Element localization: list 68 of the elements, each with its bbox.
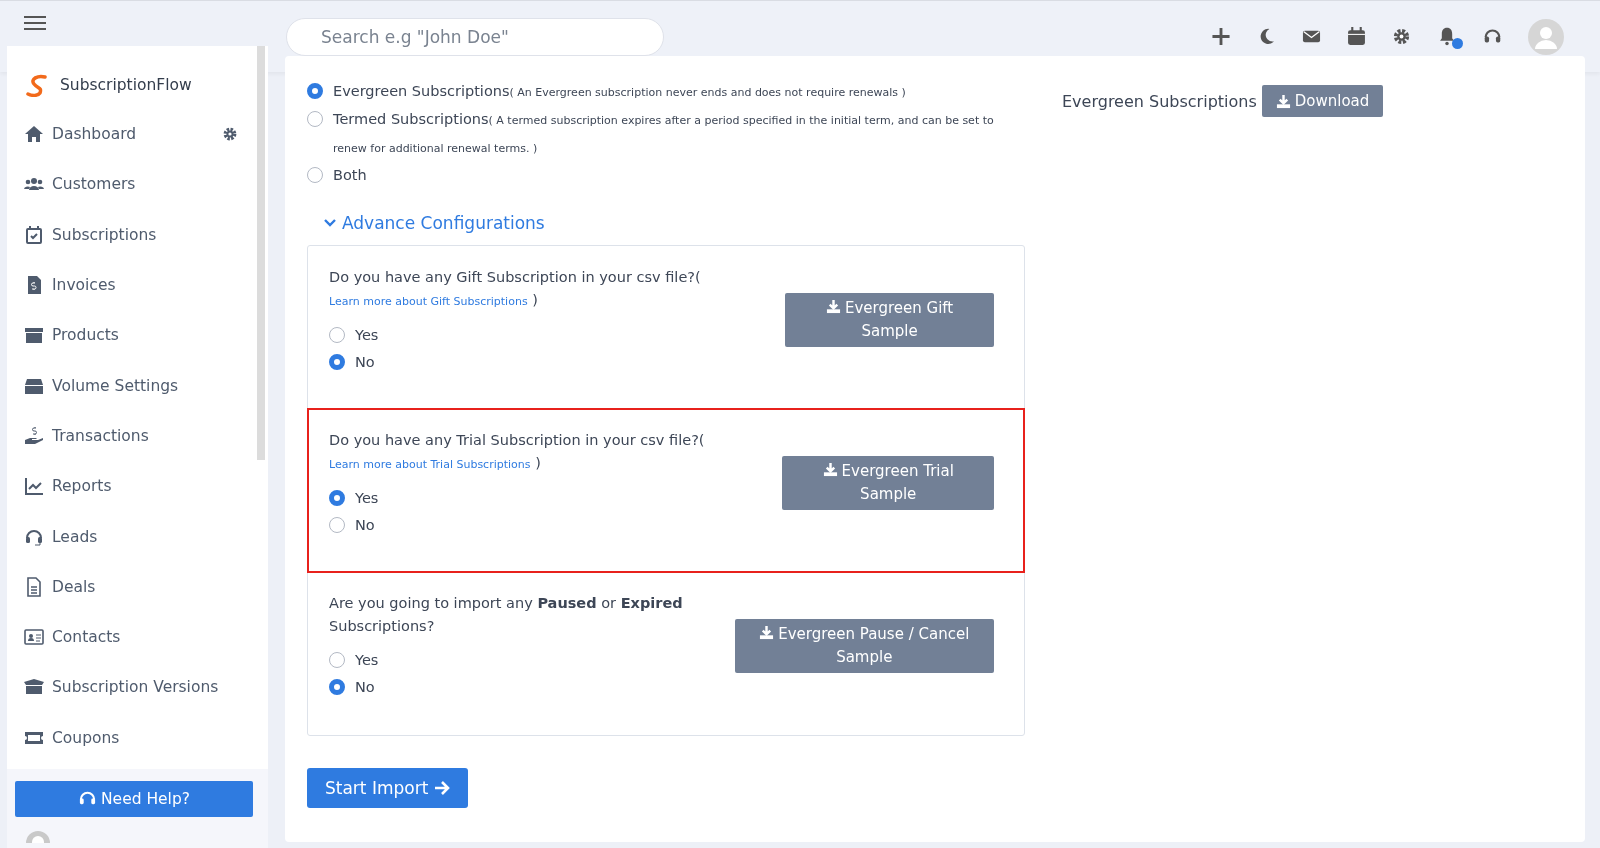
radio-button[interactable] — [329, 678, 345, 695]
settings-icon[interactable] — [1392, 27, 1411, 46]
download-sample-button[interactable]: Evergreen Trial Sample — [782, 456, 994, 510]
arrow-right-icon — [434, 781, 451, 795]
calendar-icon[interactable] — [1347, 27, 1366, 46]
sidebar-item[interactable]: Customers — [7, 159, 268, 210]
sidebar-item[interactable]: Coupons — [7, 712, 268, 763]
option-label: No — [355, 516, 375, 533]
question-text: Do you have any Trial Subscription in your csv file?( Learn more about Trial Subscriptions ) — [329, 431, 706, 473]
sidebar-item[interactable]: Leads — [7, 511, 268, 562]
option-label: No — [355, 353, 375, 370]
radio-button[interactable] — [329, 651, 345, 668]
sidebar-item[interactable]: Subscription Versions — [7, 662, 268, 713]
radio-button[interactable] — [307, 111, 323, 127]
sidebar-item[interactable]: Reports — [7, 461, 268, 512]
start-import-button[interactable]: Start Import — [307, 768, 469, 808]
calendar-check-icon — [24, 224, 44, 245]
option-label: Yes — [355, 489, 379, 506]
radio-button[interactable] — [329, 326, 345, 343]
sidebar-item[interactable]: Volume Settings — [7, 360, 268, 411]
avatar-icon — [25, 828, 51, 843]
sidebar-item[interactable]: Subscriptions — [7, 209, 268, 260]
id-card-icon — [24, 627, 44, 648]
archive-icon — [24, 325, 44, 346]
question-text: Do you have any Gift Subscription in your csv file?( Learn more about Gift Subscriptions ) — [329, 268, 702, 310]
chevron-icon — [324, 219, 336, 227]
radio-button[interactable] — [329, 516, 345, 533]
sidebar-item[interactable]: Deals — [7, 561, 268, 612]
question-text: Are you going to import any Paused or Expired Subscriptions? — [329, 594, 684, 636]
logo-icon — [26, 73, 50, 97]
menu-icon[interactable] — [24, 15, 46, 30]
option-label: Termed Subscriptions( A termed subscription expires after a period specified in the initial term, and can be set to renew for additional renewal terms. ) — [333, 110, 995, 157]
learn-more-link[interactable]: Learn more about Trial Subscriptions — [329, 458, 531, 471]
download-sample-button[interactable]: Evergreen Pause / Cancel Sample — [734, 619, 994, 673]
download-icon — [759, 625, 775, 640]
sidebar-item[interactable]: Invoices — [7, 259, 268, 311]
chart-icon — [24, 476, 44, 497]
sidebar-item[interactable]: Contacts — [7, 611, 268, 663]
radio-button[interactable] — [329, 353, 345, 370]
radio-button[interactable] — [307, 167, 323, 183]
download-icon — [822, 462, 838, 477]
brand-name: SubscriptionFlow — [60, 76, 192, 94]
advance-configurations-toggle[interactable]: Advance Configurations — [324, 213, 1027, 233]
sidebar-item[interactable]: Transactions — [7, 410, 268, 462]
sidebar-item[interactable]: Dashboard — [7, 109, 268, 160]
option-label: Both — [333, 166, 367, 185]
download-button[interactable]: Download — [1261, 85, 1384, 117]
radio-button[interactable] — [329, 489, 345, 506]
settings-icon[interactable] — [222, 126, 238, 143]
download-sample-button[interactable]: Evergreen Gift Sample — [785, 293, 994, 347]
radio-button[interactable] — [307, 83, 323, 99]
headset-icon[interactable] — [1483, 27, 1502, 46]
scrollbar[interactable] — [257, 46, 265, 460]
option-label: Yes — [355, 651, 379, 668]
option-label: Yes — [355, 326, 379, 343]
option-label: No — [355, 678, 375, 695]
download-icon — [1275, 93, 1291, 109]
search-field[interactable]: Search e.g "John Doe" — [286, 17, 664, 56]
home-icon — [24, 124, 44, 145]
learn-more-link[interactable]: Learn more about Gift Subscriptions — [329, 295, 528, 308]
sample-label: Evergreen Subscriptions — [1062, 91, 1257, 111]
sidebar-item[interactable]: Products — [7, 310, 268, 361]
plus-icon[interactable] — [1211, 27, 1231, 46]
need-help-button[interactable]: Need Help? — [15, 780, 253, 817]
hand-dollar-icon — [24, 425, 44, 446]
file-icon — [24, 576, 44, 597]
download-icon — [825, 299, 841, 314]
option-label: Evergreen Subscriptions( An Evergreen subscription never ends and does not require renewals ) — [333, 82, 906, 101]
